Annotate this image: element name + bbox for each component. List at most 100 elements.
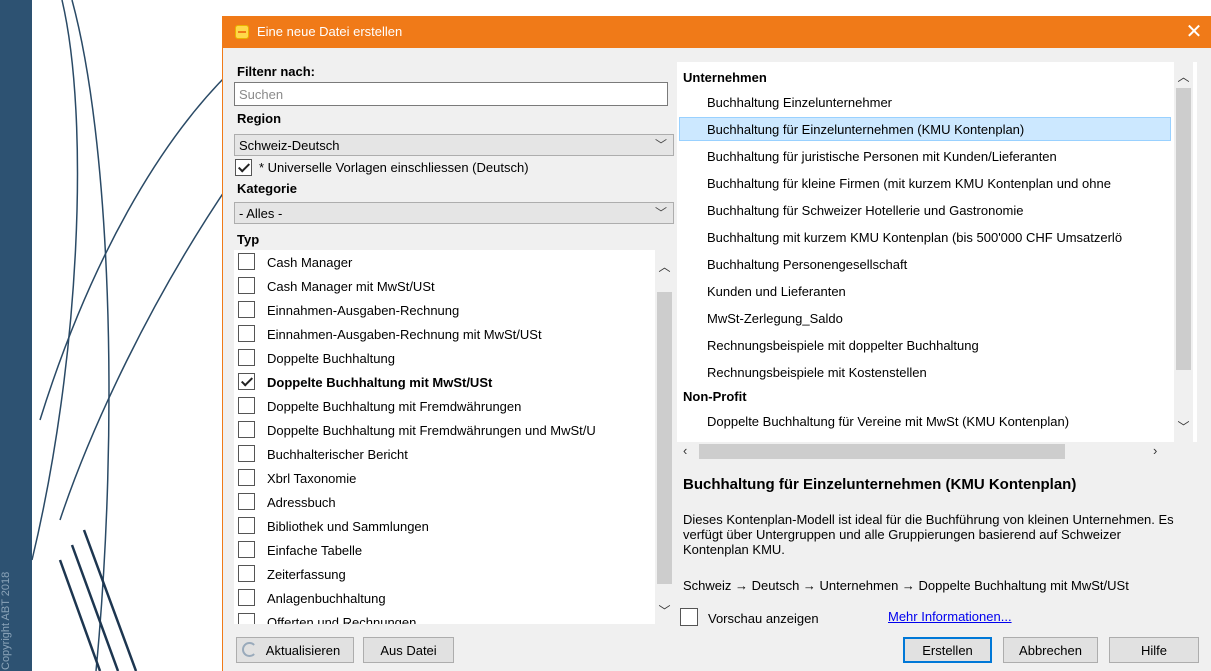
- scrollbar-thumb[interactable]: [699, 444, 1065, 459]
- type-item[interactable]: Zeiterfassung: [234, 562, 654, 586]
- type-checkbox[interactable]: [238, 589, 255, 606]
- scrollbar-thumb[interactable]: [1176, 88, 1191, 370]
- template-item[interactable]: Buchhaltung für juristische Personen mit…: [679, 144, 1171, 168]
- app-icon: [235, 25, 249, 39]
- type-item[interactable]: Anlagenbuchhaltung: [234, 586, 654, 610]
- scroll-left-icon[interactable]: ‹: [683, 443, 687, 458]
- template-group-header: Non-Profit: [683, 389, 747, 404]
- template-group-header: Unternehmen: [683, 70, 767, 85]
- from-file-button[interactable]: Aus Datei: [363, 637, 454, 663]
- new-file-dialog: Eine neue Datei erstellen ✕ Filtenr nach…: [222, 16, 1211, 671]
- type-item-label: Doppelte Buchhaltung mit MwSt/USt: [267, 375, 493, 390]
- type-checkbox[interactable]: [238, 493, 255, 510]
- create-button[interactable]: Erstellen: [903, 637, 992, 663]
- type-checkbox[interactable]: [238, 613, 255, 624]
- template-list-hscrollbar[interactable]: ‹ ›: [677, 442, 1174, 461]
- type-checkbox[interactable]: [238, 565, 255, 582]
- type-item[interactable]: Adressbuch: [234, 490, 654, 514]
- refresh-button[interactable]: Aktualisieren: [236, 637, 354, 663]
- type-item-label: Offerten und Rechnungen: [267, 615, 417, 624]
- template-item[interactable]: Buchhaltung für Schweizer Hotellerie und…: [679, 198, 1171, 222]
- type-item[interactable]: Doppelte Buchhaltung mit Fremdwährungen …: [234, 418, 654, 442]
- type-item-label: Bibliothek und Sammlungen: [267, 519, 429, 534]
- type-item[interactable]: Doppelte Buchhaltung mit MwSt/USt: [234, 370, 654, 394]
- region-select[interactable]: Schweiz-Deutsch ﹀: [234, 134, 674, 156]
- type-checkbox[interactable]: [238, 349, 255, 366]
- type-item[interactable]: Xbrl Taxonomie: [234, 466, 654, 490]
- template-item[interactable]: Buchhaltung für kleine Firmen (mit kurze…: [679, 171, 1171, 195]
- category-select[interactable]: - Alles - ﹀: [234, 202, 674, 224]
- scroll-right-icon[interactable]: ›: [1153, 443, 1157, 458]
- type-checkbox[interactable]: [238, 445, 255, 462]
- universal-templates-label: * Universelle Vorlagen einschliessen (De…: [259, 160, 529, 175]
- scroll-up-icon[interactable]: ︿: [1174, 68, 1193, 85]
- type-checkbox[interactable]: [238, 325, 255, 342]
- type-checkbox[interactable]: [238, 397, 255, 414]
- type-checkbox[interactable]: [238, 541, 255, 558]
- filter-label: Filtenr nach:: [237, 64, 316, 79]
- type-item[interactable]: Bibliothek und Sammlungen: [234, 514, 654, 538]
- template-item[interactable]: Rechnungsbeispiele mit Kostenstellen: [679, 360, 1171, 384]
- type-item[interactable]: Einfache Tabelle: [234, 538, 654, 562]
- scroll-up-icon[interactable]: ︿: [655, 258, 674, 275]
- template-path: Schweiz → Deutsch → Unternehmen → Doppel…: [683, 578, 1129, 593]
- template-item[interactable]: Rechnungsbeispiele mit doppelter Buchhal…: [679, 333, 1171, 357]
- type-item-label: Doppelte Buchhaltung: [267, 351, 395, 366]
- type-checkbox[interactable]: [238, 253, 255, 270]
- preview-label: Vorschau anzeigen: [708, 611, 819, 626]
- type-item-label: Zeiterfassung: [267, 567, 346, 582]
- type-item[interactable]: Einnahmen-Ausgaben-Rechnung mit MwSt/USt: [234, 322, 654, 346]
- category-value: - Alles -: [239, 206, 283, 221]
- scroll-down-icon[interactable]: ﹀: [1174, 418, 1193, 435]
- type-item[interactable]: Doppelte Buchhaltung: [234, 346, 654, 370]
- type-checkbox[interactable]: [238, 373, 255, 390]
- type-item-label: Cash Manager: [267, 255, 353, 270]
- type-checkbox[interactable]: [238, 517, 255, 534]
- template-list: Unternehmen Buchhaltung Einzelunternehmer…: [677, 62, 1197, 442]
- type-item[interactable]: Offerten und Rechnungen: [234, 610, 654, 624]
- type-item[interactable]: Buchhalterischer Bericht: [234, 442, 654, 466]
- type-item-label: Anlagenbuchhaltung: [267, 591, 386, 606]
- scrollbar-thumb[interactable]: [657, 292, 672, 584]
- template-item[interactable]: Doppelte Buchhaltung für Vereine mit MwS…: [679, 409, 1171, 433]
- type-item-label: Buchhalterischer Bericht: [267, 447, 408, 462]
- type-checkbox[interactable]: [238, 469, 255, 486]
- template-item[interactable]: Buchhaltung Personengesellschaft: [679, 252, 1171, 276]
- search-input[interactable]: [234, 82, 668, 106]
- cancel-button[interactable]: Abbrechen: [1003, 637, 1098, 663]
- type-item-label: Cash Manager mit MwSt/USt: [267, 279, 435, 294]
- help-button[interactable]: Hilfe: [1109, 637, 1199, 663]
- template-list-vscrollbar[interactable]: ︿ ﹀: [1174, 62, 1193, 442]
- template-item[interactable]: Buchhaltung mit kurzem KMU Kontenplan (b…: [679, 225, 1171, 249]
- chevron-down-icon: ﹀: [654, 206, 667, 220]
- close-icon[interactable]: ✕: [1182, 20, 1206, 44]
- template-detail-title: Buchhaltung für Einzelunternehmen (KMU K…: [683, 476, 1077, 493]
- template-item[interactable]: Buchhaltung Einzelunternehmer: [679, 90, 1171, 114]
- region-value: Schweiz-Deutsch: [239, 138, 340, 153]
- type-item-label: Adressbuch: [267, 495, 336, 510]
- dialog-title: Eine neue Datei erstellen: [257, 24, 403, 39]
- type-checkbox[interactable]: [238, 277, 255, 294]
- type-item[interactable]: Einnahmen-Ausgaben-Rechnung: [234, 298, 654, 322]
- type-checkbox[interactable]: [238, 421, 255, 438]
- template-description: Dieses Kontenplan-Modell ist ideal für d…: [683, 512, 1174, 557]
- template-item[interactable]: Buchhaltung für Einzelunternehmen (KMU K…: [679, 117, 1171, 141]
- scroll-down-icon[interactable]: ﹀: [655, 602, 674, 619]
- type-item[interactable]: Cash Manager mit MwSt/USt: [234, 274, 654, 298]
- preview-checkbox[interactable]: [680, 608, 698, 626]
- template-item[interactable]: Kunden und Lieferanten: [679, 279, 1171, 303]
- type-list: Cash Manager Cash Manager mit MwSt/USt Ein…: [234, 250, 674, 624]
- type-item[interactable]: Doppelte Buchhaltung mit Fremdwährungen: [234, 394, 654, 418]
- type-list-scrollbar[interactable]: ︿ ﹀: [655, 250, 674, 624]
- dialog-titlebar[interactable]: Eine neue Datei erstellen ✕: [223, 16, 1211, 48]
- type-item-label: Einnahmen-Ausgaben-Rechnung: [267, 303, 460, 318]
- universal-templates-checkbox[interactable]: [235, 159, 252, 176]
- refresh-icon: [242, 642, 257, 657]
- type-item-label: Einfache Tabelle: [267, 543, 363, 558]
- type-item[interactable]: Cash Manager: [234, 250, 654, 274]
- type-item-label: Einnahmen-Ausgaben-Rechnung mit MwSt/USt: [267, 327, 542, 342]
- more-info-link[interactable]: Mehr Informationen...: [888, 609, 1012, 624]
- type-checkbox[interactable]: [238, 301, 255, 318]
- template-item[interactable]: MwSt-Zerlegung_Saldo: [679, 306, 1171, 330]
- region-label: Region: [237, 111, 282, 126]
